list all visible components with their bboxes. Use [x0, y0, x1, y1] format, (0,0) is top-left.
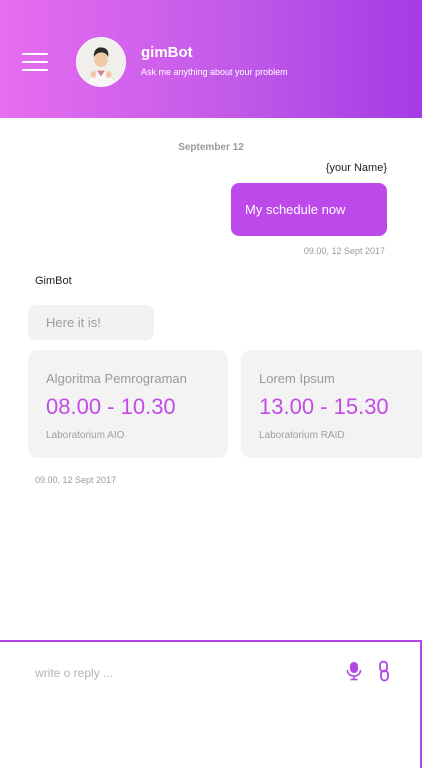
- bot-message-text: Here it is!: [46, 315, 101, 330]
- schedule-card-room: Laboratorium AIO: [46, 430, 125, 441]
- schedule-card-title: Algoritma Pemrograman: [46, 371, 187, 386]
- bot-message-bubble[interactable]: Here it is!: [28, 305, 154, 340]
- bot-avatar[interactable]: [76, 37, 126, 87]
- schedule-card[interactable]: Algoritma Pemrograman 08.00 - 10.30 Labo…: [28, 350, 228, 458]
- schedule-card-room: Laboratorium RAID: [259, 430, 345, 441]
- chat-header: gimBot Ask me anything about your proble…: [0, 0, 422, 118]
- user-message-timestamp: 09.00, 12 Sept 2017: [303, 246, 385, 256]
- bot-sender-name: GimBot: [35, 275, 72, 287]
- link-icon[interactable]: [376, 660, 392, 682]
- schedule-card-time: 13.00 - 15.30: [259, 394, 389, 419]
- message-composer: [0, 640, 422, 768]
- hamburger-menu-icon[interactable]: [22, 53, 48, 71]
- user-sender-name: {your Name}: [325, 162, 387, 174]
- user-message-text: My schedule now: [245, 202, 346, 217]
- schedule-card-time: 08.00 - 10.30: [46, 394, 176, 419]
- user-message-bubble[interactable]: My schedule now: [231, 183, 387, 236]
- bot-message-timestamp: 09.00, 12 Sept 2017: [35, 475, 117, 485]
- bot-subtitle: Ask me anything about your problem: [141, 67, 288, 77]
- bot-title: gimBot: [141, 44, 193, 61]
- reply-input[interactable]: [35, 664, 295, 682]
- date-separator: September 12: [178, 142, 244, 153]
- schedule-card[interactable]: Lorem Ipsum 13.00 - 15.30 Laboratorium R…: [241, 350, 422, 458]
- microphone-icon[interactable]: [345, 661, 363, 681]
- schedule-card-title: Lorem Ipsum: [259, 371, 335, 386]
- avatar-person-icon: [77, 38, 125, 86]
